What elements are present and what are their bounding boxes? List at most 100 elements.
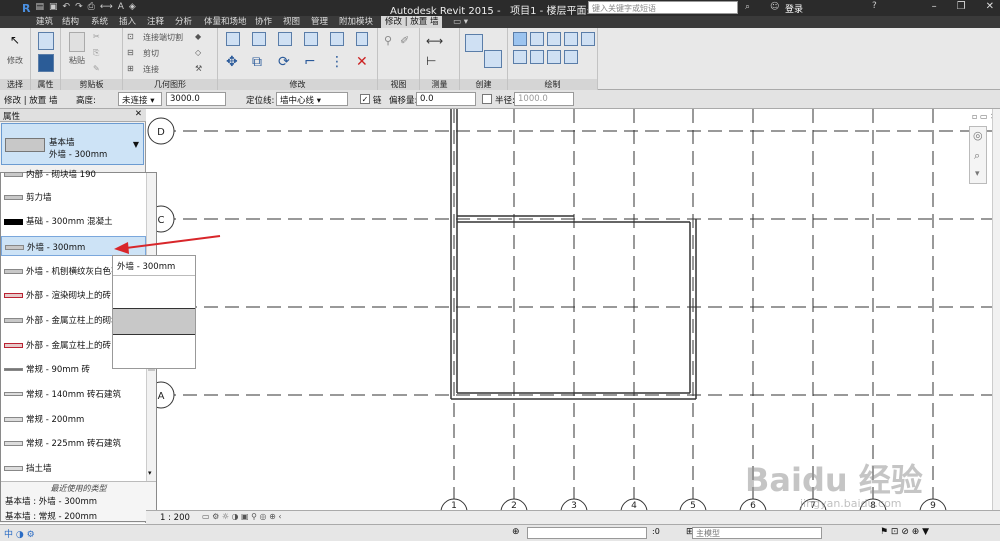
list-item[interactable]: 常规 - 225mm 砖石建筑 [1,433,146,453]
create-group-icon[interactable] [465,34,483,52]
cut-geometry-icon[interactable]: ⊟ [127,48,134,57]
model-select[interactable]: 主模型 [692,527,822,539]
cursor-arrow-icon[interactable]: ↖ [10,33,20,47]
pin-icon[interactable] [356,32,368,46]
height-select[interactable]: 未连接 ▾ [118,92,162,106]
recent-item[interactable]: 基本墙 : 常规 - 200mm [5,510,97,522]
radius-checkbox[interactable] [482,94,492,104]
paint-icon[interactable]: ◆ [195,32,201,41]
list-item[interactable]: 常规 - 200mm [1,409,146,429]
match-type-icon[interactable]: ✎ [93,64,100,73]
tab-annotate[interactable]: 注释 [147,16,164,28]
chain-checkbox[interactable]: ✓ [360,94,370,104]
help-icon[interactable]: ? [872,1,877,11]
wall-join-icon[interactable]: ⊞ [127,64,134,73]
list-item[interactable]: 常规 - 140mm 砖石建筑 [1,384,146,404]
delete-icon[interactable]: ✕ [356,54,368,70]
join-icon[interactable]: ⊡ [127,32,134,41]
rotate-icon[interactable]: ⟳ [278,54,290,70]
user-icon[interactable]: ☺ [770,2,779,12]
ribbon-toggle-icon[interactable]: ▭ ▾ [453,16,468,28]
worksets-icon[interactable]: ⊕ [512,527,520,537]
trim-icon[interactable]: ⌐ [304,54,316,70]
connect-label[interactable]: 连接 [143,64,159,75]
undo-icon[interactable]: ↶ [63,2,71,15]
list-item[interactable]: 剪力墙 [1,187,146,207]
chevron-down-icon[interactable]: ▼ [133,140,139,149]
offset-icon[interactable] [252,32,266,46]
draw-circle-icon[interactable] [564,32,578,46]
split-icon[interactable] [330,32,344,46]
pick-line-icon[interactable] [547,50,561,64]
3d-view-icon[interactable]: ◈ [129,2,136,15]
pick-face-icon[interactable] [564,50,578,64]
minimize-icon[interactable]: – [932,1,937,12]
create-similar-icon[interactable] [484,50,502,68]
tab-collaborate[interactable]: 协作 [255,16,272,28]
view-control-icons[interactable]: ▭ ⚙ ☼ ◑ ▣ ⚲ ◎ ⊕ ‹ [202,512,282,521]
array-icon[interactable]: ⋮ [330,54,344,70]
login-button[interactable]: 登录 [785,2,803,15]
offset-input[interactable]: 0.0 [416,92,476,106]
join-label[interactable]: 连接端切割 [143,32,183,43]
revit-logo-icon[interactable]: R [22,2,30,15]
demolish-icon[interactable]: ⚒ [195,64,202,73]
radius-input[interactable]: 1000.0 [514,92,574,106]
type-selector[interactable]: 基本墙 外墙 - 300mm ▼ [1,123,144,165]
tab-structure[interactable]: 结构 [62,16,79,28]
panel-label-select[interactable]: 选择 [0,79,30,90]
dimension-icon[interactable]: ⊢ [426,54,436,68]
drawing-canvas[interactable]: DCBA123456789 [146,109,992,510]
text-icon[interactable]: A [118,2,124,15]
steering-wheel-icon[interactable]: ◎ [973,129,983,142]
draw-rectangle-icon[interactable] [530,32,544,46]
paste-label[interactable]: 粘贴 [69,55,85,66]
close-palette-icon[interactable]: ✕ [135,109,142,119]
draw-arc2-icon[interactable] [513,50,527,64]
mirror-axis-icon[interactable] [278,32,292,46]
paste-icon[interactable] [69,32,85,52]
redo-icon[interactable]: ↷ [75,2,83,15]
selection-filter-icons[interactable]: ⚑ ⊡ ⊘ ⊕ ▼ [880,527,929,537]
move-icon[interactable]: ✥ [226,54,238,70]
draw-polygon-icon[interactable] [547,32,561,46]
zoom-icon[interactable]: ⌕ [974,149,980,163]
measure-line-icon[interactable]: ⟷ [426,34,443,48]
list-item[interactable]: 挡土墙 [1,458,146,478]
search-input[interactable]: 键入关键字或短语 [588,1,738,14]
tab-view[interactable]: 视图 [283,16,300,28]
tab-architecture[interactable]: 建筑 [36,16,53,28]
list-item[interactable]: 内部 - 砌块墙 190 [1,164,146,184]
copy-icon[interactable]: ⎘ [93,48,99,58]
copy-element-icon[interactable]: ⧉ [252,54,262,70]
search-icon[interactable]: ⌕ [745,2,750,12]
open-icon[interactable]: ▤ [35,2,44,15]
draw-line-icon[interactable] [513,32,527,46]
hide-icon[interactable]: ⚲ [384,34,392,47]
recent-item[interactable]: 基本墙 : 外墙 - 300mm [5,495,97,507]
type-properties-icon[interactable] [38,54,54,72]
draw-arc-icon[interactable] [581,32,595,46]
tab-massing-site[interactable]: 体量和场地 [204,16,247,28]
properties-icon[interactable] [38,32,54,50]
ime-indicator-icon[interactable]: 中 ◑ ⚙ [4,527,35,540]
save-icon[interactable]: ▣ [49,2,58,15]
workset-select[interactable] [527,527,647,539]
tab-systems[interactable]: 系统 [91,16,108,28]
grid-plan[interactable]: DCBA123456789 [146,109,992,510]
cut-copy-icon[interactable]: ✂ [93,32,100,41]
tab-addins[interactable]: 附加模块 [339,16,373,28]
cut-label[interactable]: 剪切 [143,48,159,59]
vertical-scrollbar[interactable] [992,109,1000,510]
tab-manage[interactable]: 管理 [311,16,328,28]
tab-modify-place-wall[interactable]: 修改 | 放置 墙 [381,16,443,28]
nav-chevron-icon[interactable]: ▾ [975,169,980,179]
restore-icon[interactable]: ❐ [957,1,966,12]
tab-analyze[interactable]: 分析 [175,16,192,28]
view-scale[interactable]: 1 : 200 [160,513,190,523]
location-line-select[interactable]: 墙中心线 ▾ [276,92,348,106]
modify-button-label[interactable]: 修改 [7,55,23,66]
print-icon[interactable]: ⎙ [88,2,95,15]
height-value-input[interactable]: 3000.0 [166,92,226,106]
override-icon[interactable]: ✐ [400,34,409,47]
